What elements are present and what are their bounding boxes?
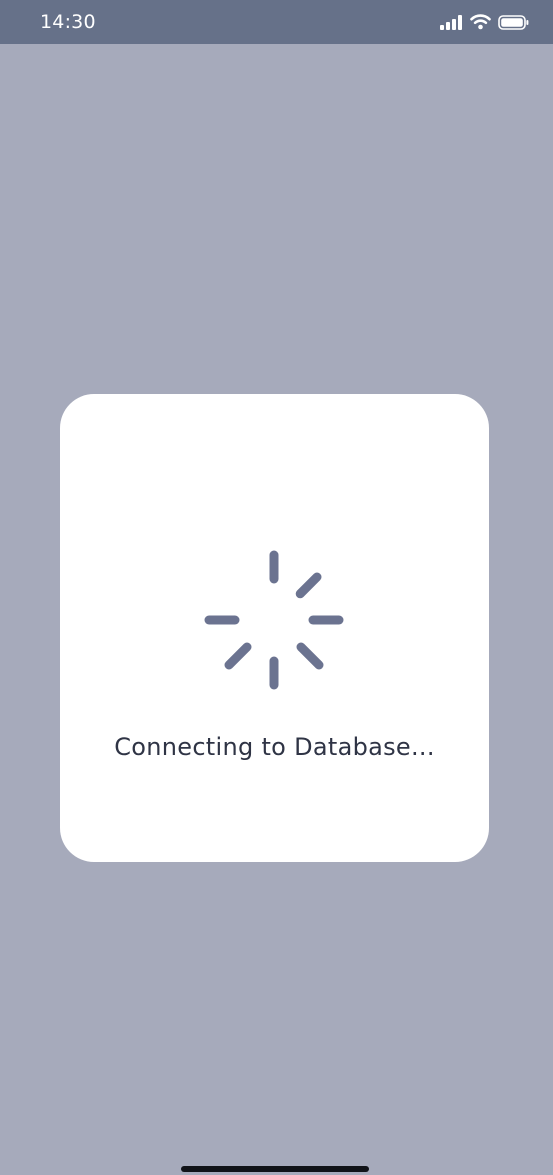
app-screen: 14:30 Connecting to Database...	[0, 0, 553, 1175]
loading-dialog: Connecting to Database...	[60, 394, 489, 862]
wifi-icon	[470, 14, 491, 30]
spinner-bar	[224, 642, 252, 670]
cellular-signal-icon	[440, 14, 463, 30]
status-time: 14:30	[40, 11, 96, 33]
home-indicator[interactable]	[181, 1166, 369, 1172]
loading-message: Connecting to Database...	[114, 733, 435, 761]
loading-spinner-icon	[204, 550, 344, 690]
battery-icon	[498, 14, 529, 30]
status-bar: 14:30	[0, 0, 553, 44]
status-icons	[440, 14, 529, 30]
spinner-bar	[296, 642, 324, 670]
spinner-bar	[295, 572, 322, 599]
